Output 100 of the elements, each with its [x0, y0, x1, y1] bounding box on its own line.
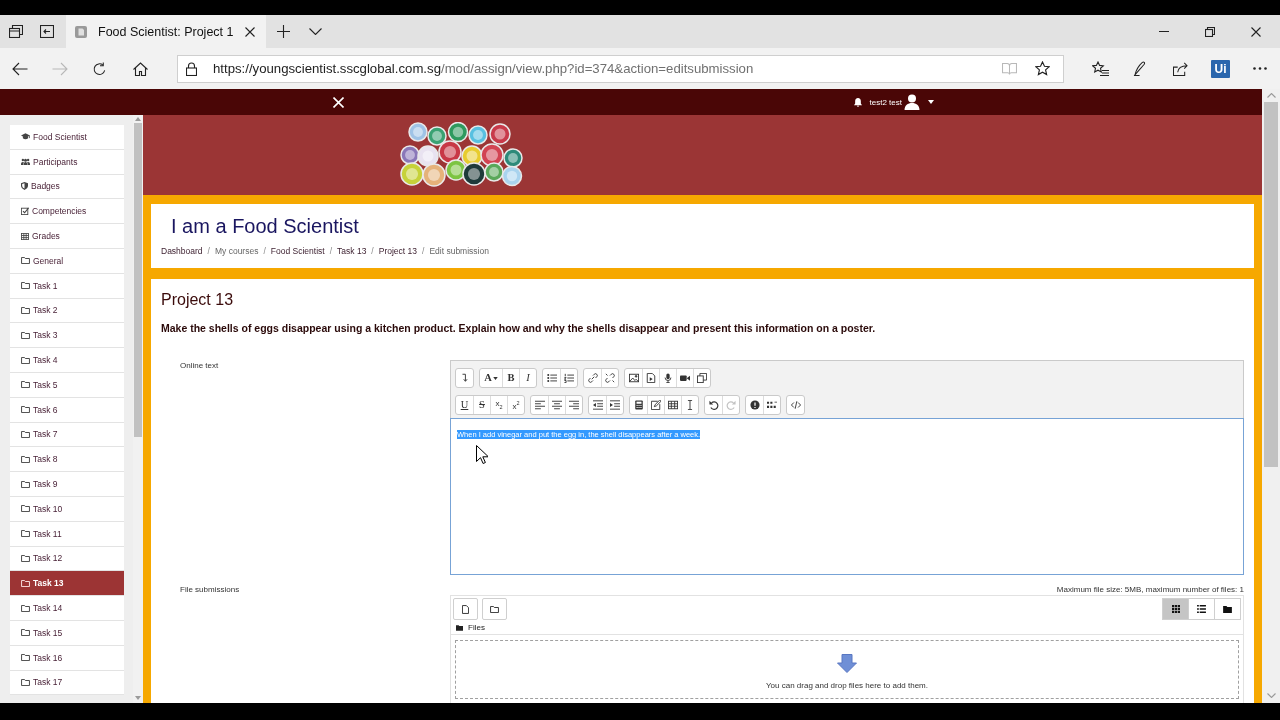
lock-icon	[186, 61, 197, 76]
breadcrumb-link[interactable]: Project 13	[378, 245, 417, 257]
mouse-pointer-icon	[476, 445, 488, 464]
sidebar-item[interactable]: Food Scientist	[10, 125, 124, 150]
view-tree-button[interactable]	[1214, 598, 1241, 620]
scrollbar-thumb[interactable]	[134, 123, 142, 437]
user-menu[interactable]: test2 test	[869, 94, 934, 110]
breadcrumb-link[interactable]: Dashboard	[161, 245, 203, 257]
add-file-button[interactable]	[453, 598, 478, 620]
folder-icon	[21, 579, 30, 587]
sidebar-item[interactable]: General	[10, 249, 124, 274]
extension-button[interactable]: Ui	[1211, 59, 1230, 78]
breadcrumb-separator: /	[422, 245, 425, 257]
manage-files-button[interactable]	[693, 369, 710, 387]
checkbox-icon	[21, 207, 29, 216]
screenreader-button[interactable]	[763, 396, 780, 414]
align-left-icon	[534, 400, 545, 410]
superscript-button[interactable]: x$^{2}$	[507, 396, 524, 414]
sidebar-item[interactable]: Task 7	[10, 422, 124, 448]
sidebar-item[interactable]: Task 1	[10, 273, 124, 299]
grid-icon	[1171, 605, 1180, 613]
bullet-list-icon	[546, 373, 557, 383]
sidebar-item[interactable]: Grades	[10, 224, 124, 249]
folder-icon	[21, 406, 30, 414]
align-center-button[interactable]	[548, 396, 565, 414]
align-right-icon	[569, 400, 579, 410]
unlink-button[interactable]	[601, 369, 618, 387]
assignment-title: Project 13	[161, 290, 235, 310]
plus-icon	[276, 25, 290, 38]
font-color-button[interactable]: A	[480, 369, 502, 387]
bold-button[interactable]: B	[502, 369, 519, 387]
dropzone[interactable]: You can drag and drop files here to add them.	[455, 640, 1239, 699]
breadcrumb-link[interactable]: Food Scientist	[270, 245, 325, 257]
file-icon	[462, 604, 469, 614]
more-icon	[1253, 67, 1267, 70]
sidebar-item[interactable]: Task 5	[10, 372, 124, 398]
sidebar-item[interactable]: Task 3	[10, 323, 124, 349]
chain-link-icon	[587, 373, 598, 383]
numbered-list-button[interactable]	[560, 369, 577, 387]
assignment-description: Make the shells of eggs disappear using a kitchen product. Explain how and why the shells disappear and present this information on a poster.	[161, 322, 877, 335]
collapse-button[interactable]	[455, 368, 474, 388]
tab-arrow-icon	[39, 25, 54, 38]
folder-icon	[21, 306, 30, 314]
strikethrough-button[interactable]: S	[473, 396, 490, 414]
dots-grid-icon	[767, 400, 777, 410]
browser-tab[interactable]: Food Scientist: Project 1	[66, 15, 266, 48]
address-field[interactable]: https://youngscientist.sscglobal.com.sg/mod/assign/view.php?id=374&action=editsubmission	[177, 54, 1064, 83]
record-video-button[interactable]	[676, 369, 693, 387]
sidebar-item[interactable]: Competencies	[10, 199, 124, 225]
table-button[interactable]	[664, 396, 681, 414]
folder-icon	[21, 257, 30, 265]
italic-button[interactable]: I	[519, 369, 536, 387]
star-icon	[1035, 61, 1050, 76]
edit-button[interactable]	[647, 396, 664, 414]
folder-icon	[21, 480, 30, 488]
sidebar-item[interactable]: Task 15	[10, 620, 124, 646]
folder-name: Files	[468, 623, 485, 632]
sidebar-item[interactable]: Participants	[10, 149, 124, 175]
dropzone-text: You can drag and drop files here to add them.	[765, 681, 928, 691]
sidebar-item[interactable]: Task 2	[10, 298, 124, 324]
outdent-icon	[592, 400, 603, 410]
folder-icon	[21, 554, 30, 562]
file-limits-text: Maximum file size: 5MB, maximum number of files: 1	[1055, 584, 1244, 595]
view-icons-button[interactable]	[1162, 598, 1189, 620]
subscript-button[interactable]: x$_{2}$	[490, 396, 507, 414]
sidebar-item[interactable]: Task 4	[10, 348, 124, 373]
close-icon	[245, 26, 255, 37]
url-text: https://youngscientist.sscglobal.com.sg/mod/assign/view.php?id=374&action=editsubmission	[213, 61, 755, 76]
sidebar-item[interactable]: Task 11	[10, 521, 124, 547]
sidebar-item[interactable]: Task 8	[10, 447, 124, 473]
sidebar-item[interactable]: Task 10	[10, 496, 124, 522]
circle-icon	[749, 400, 760, 410]
user-silhouette-icon	[904, 94, 920, 110]
sidebar-item[interactable]: Task 13	[10, 571, 124, 597]
create-folder-button[interactable]	[482, 598, 507, 620]
align-right-button[interactable]	[565, 396, 582, 414]
sidebar-item[interactable]: Task 17	[10, 670, 124, 696]
indent-button[interactable]	[606, 396, 623, 414]
sidebar-item[interactable]: Task 9	[10, 472, 124, 497]
sidebar-item[interactable]: Task 16	[10, 645, 124, 671]
underline-button[interactable]: U	[456, 396, 473, 414]
folder-icon	[490, 605, 499, 613]
list-icon	[1197, 605, 1206, 613]
indent-icon	[610, 400, 620, 410]
sidebar-item[interactable]: Task 12	[10, 546, 124, 572]
breadcrumb-link[interactable]: Task 13	[337, 245, 367, 257]
arrow-down-icon	[837, 654, 857, 673]
share-icon	[1172, 61, 1188, 76]
caret-icon	[928, 100, 934, 104]
sidebar-item[interactable]: Task 6	[10, 397, 124, 423]
home-icon	[132, 61, 148, 76]
arrow-left-icon	[12, 61, 28, 76]
scrollbar-thumb[interactable]	[1264, 102, 1278, 467]
sidebar-item[interactable]: Badges	[10, 174, 124, 200]
minimize-icon	[1159, 31, 1169, 32]
redo-icon	[726, 400, 736, 410]
refresh-icon	[93, 61, 107, 76]
view-list-button[interactable]	[1188, 598, 1215, 620]
sidebar-item[interactable]: Task 14	[10, 596, 124, 621]
html-button[interactable]	[786, 395, 805, 415]
